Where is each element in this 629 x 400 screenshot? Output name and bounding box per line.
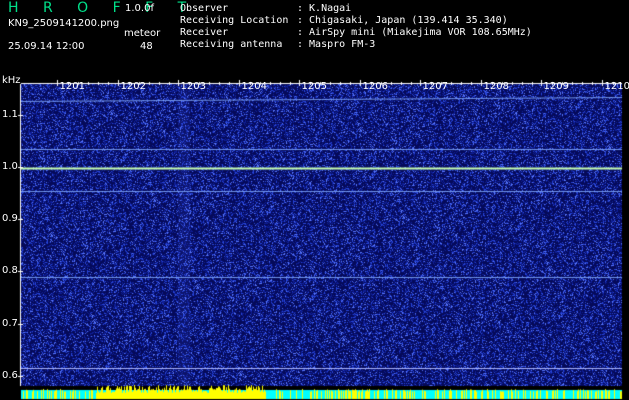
x-tick-label: 1208 <box>483 81 509 92</box>
spectrogram-canvas <box>0 0 629 400</box>
x-tick-label: 1203 <box>180 81 206 92</box>
meteor-count: 48 <box>140 41 153 52</box>
x-tick-label: 1206 <box>362 81 388 92</box>
x-tick-label: 1202 <box>120 81 146 92</box>
y-tick-label: 0.8 <box>2 264 18 276</box>
x-tick-label: 1210 <box>604 81 629 92</box>
file-name: KN9_2509141200.png <box>8 18 120 29</box>
x-tick-label: 1209 <box>543 81 569 92</box>
meteor-label: meteor <box>124 28 161 39</box>
info-label-receiver: Receiver <box>180 27 229 38</box>
x-tick-label: 1201 <box>59 81 85 92</box>
info-value-receiver: : AirSpy mini (Miakejima VOR 108.65MHz) <box>297 27 532 38</box>
x-tick-label: 1204 <box>241 81 267 92</box>
info-value-location: : Chigasaki, Japan (139.414 35.340) <box>297 15 508 26</box>
y-tick-label: 0.7 <box>2 317 18 329</box>
y-tick-label: 0.6 <box>2 369 18 381</box>
x-tick-label: 1207 <box>422 81 448 92</box>
info-label-antenna: Receiving antenna <box>180 39 283 50</box>
y-axis-unit: kHz <box>2 75 21 86</box>
x-tick-label: 1205 <box>301 81 327 92</box>
info-label-location: Receiving Location <box>180 15 289 26</box>
app-title: H R O F F T <box>8 0 197 16</box>
app-version: 1.0.0f <box>125 3 154 14</box>
date-time: 25.09.14 12:00 <box>8 41 85 52</box>
y-tick-label: 0.9 <box>2 212 18 224</box>
y-tick-label: 1.0 <box>2 160 18 172</box>
y-tick-label: 1.1 <box>2 108 18 120</box>
info-value-observer: : K.Nagai <box>297 3 352 14</box>
info-value-antenna: : Maspro FM-3 <box>297 39 376 50</box>
info-label-observer: Observer <box>180 3 229 14</box>
